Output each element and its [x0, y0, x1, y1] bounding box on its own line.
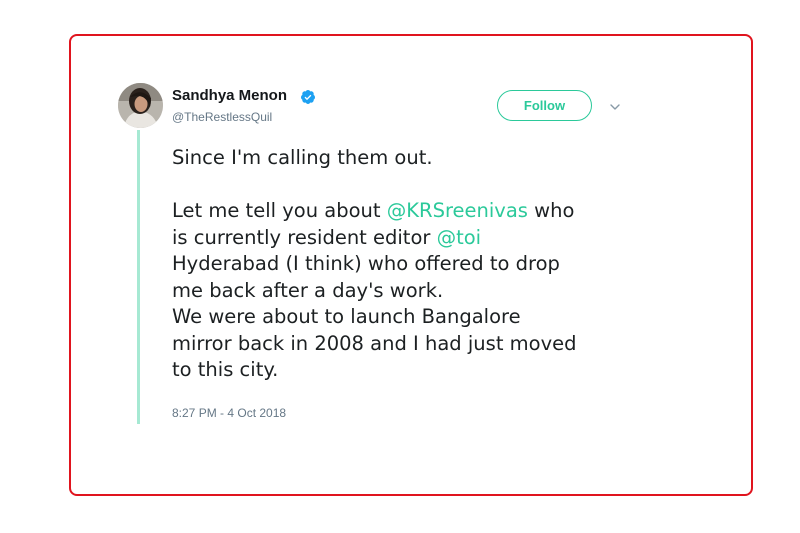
tweet-line: me back after a day's work.	[172, 278, 444, 302]
follow-button[interactable]: Follow	[497, 90, 592, 121]
tweet-text: Since I'm calling them out. Let me tell …	[172, 145, 642, 384]
tweet-line: Hyderabad (I think) who offered to drop	[172, 252, 560, 275]
chevron-down-icon[interactable]	[608, 100, 622, 114]
tweet-line: is currently resident editor @toi	[172, 225, 642, 252]
tweet-line: Let me tell you about @KRSreenivas who	[172, 198, 642, 225]
verified-badge-icon	[301, 90, 315, 104]
tweet-line: mirror back in 2008 and I had just moved	[172, 331, 577, 355]
tweet-text-span: Let me tell you about	[172, 199, 387, 222]
user-avatar-photo	[118, 83, 163, 128]
mention-link-toi[interactable]: @toi	[437, 226, 482, 249]
mention-link-krsreenivas[interactable]: @KRSreenivas	[387, 199, 528, 222]
tweet-text-span: who	[527, 199, 575, 222]
tweet-text-span: is currently resident editor	[172, 225, 437, 249]
author-handle[interactable]: @TheRestlessQuil	[172, 109, 272, 125]
author-name[interactable]: Sandhya Menon	[172, 86, 287, 106]
thread-line	[137, 130, 140, 424]
tweet-line: We were about to launch Bangalore	[172, 305, 521, 328]
avatar[interactable]	[118, 83, 163, 128]
tweet-line: Since I'm calling them out.	[172, 146, 433, 169]
tweet-line: to this city.	[172, 358, 279, 381]
tweet-timestamp[interactable]: 8:27 PM - 4 Oct 2018	[172, 405, 286, 421]
